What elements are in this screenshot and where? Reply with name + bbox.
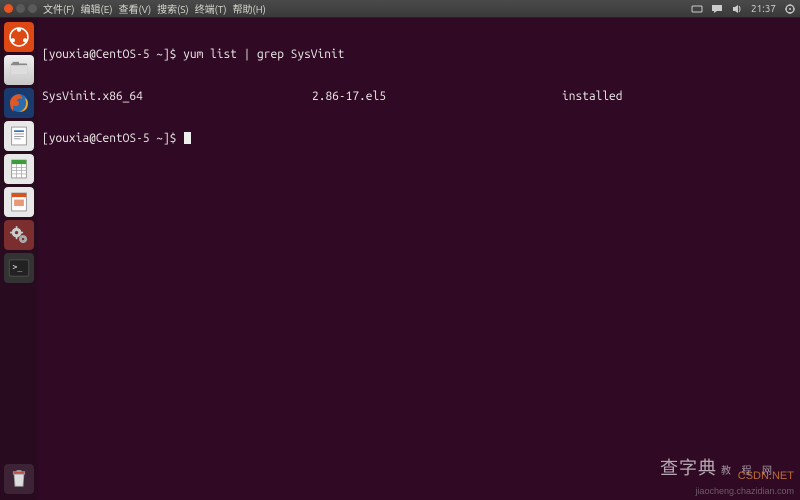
firefox-icon[interactable] bbox=[4, 88, 34, 118]
menu-bar: 文件(F) 编辑(E) 查看(V) 搜索(S) 终端(T) 帮助(H) bbox=[43, 1, 691, 16]
svg-text:>_: >_ bbox=[13, 262, 23, 272]
pkg-version: 2.86-17.el5 bbox=[312, 90, 562, 104]
menu-search[interactable]: 搜索(S) bbox=[157, 1, 189, 16]
top-panel: 文件(F) 编辑(E) 查看(V) 搜索(S) 终端(T) 帮助(H) 21:3… bbox=[0, 0, 800, 18]
menu-terminal[interactable]: 终端(T) bbox=[195, 1, 227, 16]
volume-icon[interactable] bbox=[731, 3, 743, 15]
menu-view[interactable]: 查看(V) bbox=[118, 1, 151, 16]
settings-icon[interactable] bbox=[4, 220, 34, 250]
dash-icon[interactable] bbox=[4, 22, 34, 52]
command-text: yum list | grep SysVinit bbox=[183, 48, 344, 62]
session-icon[interactable] bbox=[784, 3, 796, 15]
watermark-corner: CSDN.NET bbox=[738, 470, 794, 482]
terminal-icon[interactable]: >_ bbox=[4, 253, 34, 283]
terminal-line: [youxia@CentOS-5 ~]$ bbox=[42, 132, 796, 146]
minimize-icon[interactable] bbox=[16, 4, 25, 13]
indicator-area: 21:37 bbox=[691, 3, 796, 15]
cursor bbox=[184, 132, 191, 144]
watermark-url: jiaocheng.chazidian.com bbox=[695, 486, 794, 496]
terminal[interactable]: [youxia@CentOS-5 ~]$ yum list | grep Sys… bbox=[38, 18, 800, 500]
close-icon[interactable] bbox=[4, 4, 13, 13]
messaging-icon[interactable] bbox=[711, 3, 723, 15]
pkg-name: SysVinit.x86_64 bbox=[42, 90, 312, 104]
trash-icon[interactable] bbox=[4, 464, 34, 494]
terminal-line: SysVinit.x86_642.86-17.el5installed bbox=[42, 90, 796, 104]
watermark-text: 查字典 bbox=[660, 458, 717, 478]
maximize-icon[interactable] bbox=[28, 4, 37, 13]
terminal-line: [youxia@CentOS-5 ~]$ yum list | grep Sys… bbox=[42, 48, 796, 62]
menu-file[interactable]: 文件(F) bbox=[43, 1, 75, 16]
menu-help[interactable]: 帮助(H) bbox=[233, 1, 266, 16]
keyboard-icon[interactable] bbox=[691, 3, 703, 15]
files-icon[interactable] bbox=[4, 55, 34, 85]
launcher: >_ bbox=[0, 18, 38, 500]
prompt: [youxia@CentOS-5 ~]$ bbox=[42, 48, 183, 62]
clock[interactable]: 21:37 bbox=[751, 3, 776, 14]
impress-icon[interactable] bbox=[4, 187, 34, 217]
calc-icon[interactable] bbox=[4, 154, 34, 184]
menu-edit[interactable]: 编辑(E) bbox=[81, 1, 113, 16]
pkg-status: installed bbox=[562, 90, 622, 104]
prompt: [youxia@CentOS-5 ~]$ bbox=[42, 132, 183, 146]
window-controls bbox=[4, 4, 37, 13]
writer-icon[interactable] bbox=[4, 121, 34, 151]
